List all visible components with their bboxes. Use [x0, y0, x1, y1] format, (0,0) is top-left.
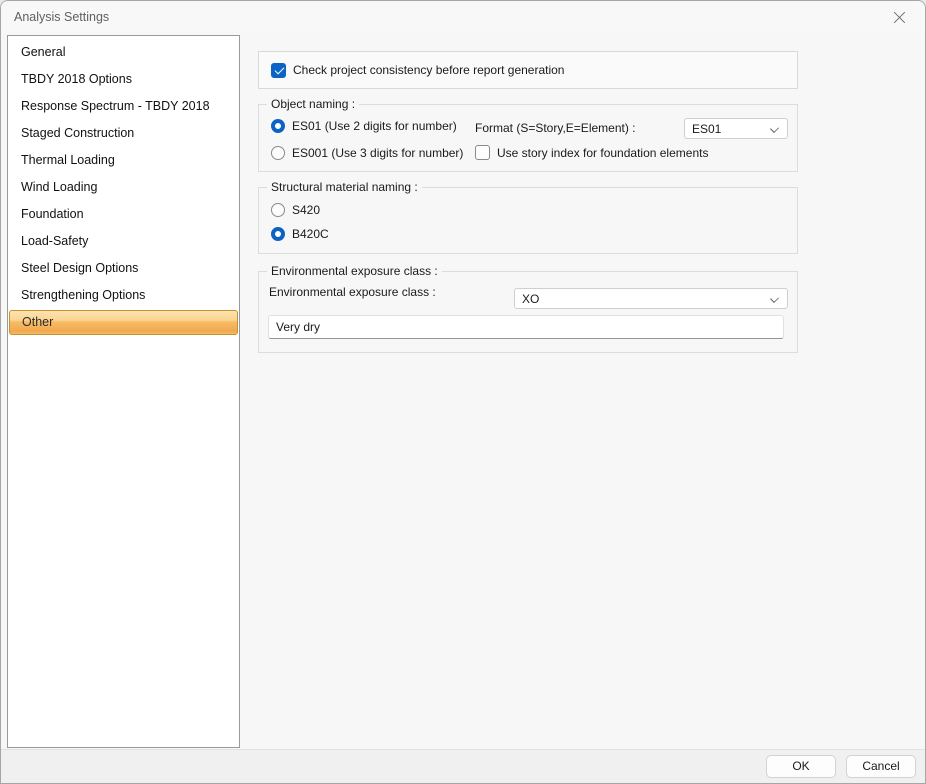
radio-es001-row: ES001 (Use 3 digits for number) — [271, 146, 463, 160]
exposure-legend: Environmental exposure class : — [267, 264, 442, 279]
radio-es001-label: ES001 (Use 3 digits for number) — [292, 146, 463, 160]
sidebar-item-staged-construction[interactable]: Staged Construction — [8, 120, 239, 147]
analysis-settings-dialog: Analysis Settings General TBDY 2018 Opti… — [0, 0, 926, 784]
format-label: Format (S=Story,E=Element) : — [475, 121, 636, 135]
story-index-checkbox[interactable] — [475, 145, 490, 160]
consistency-checkbox[interactable] — [271, 63, 286, 78]
sidebar-item-other[interactable]: Other — [9, 310, 238, 335]
radio-b420c-row: B420C — [271, 227, 329, 241]
sidebar-item-response-spectrum[interactable]: Response Spectrum - TBDY 2018 — [8, 93, 239, 120]
consistency-checkbox-label: Check project consistency before report … — [293, 63, 564, 77]
object-naming-group: Object naming : ES01 (Use 2 digits for n… — [258, 104, 798, 172]
exposure-label-row: Environmental exposure class : — [269, 285, 436, 299]
story-index-checkbox-label: Use story index for foundation elements — [497, 146, 708, 160]
format-label-row: Format (S=Story,E=Element) : — [475, 121, 636, 135]
exposure-group: Environmental exposure class : Environme… — [258, 271, 798, 353]
cancel-button[interactable]: Cancel — [846, 755, 916, 778]
exposure-dropdown[interactable]: XO — [514, 288, 788, 309]
radio-es01-label: ES01 (Use 2 digits for number) — [292, 119, 457, 133]
radio-b420c-label: B420C — [292, 227, 329, 241]
footer-bar: OK Cancel — [1, 749, 925, 783]
exposure-description-field[interactable]: Very dry — [268, 315, 784, 339]
sidebar-item-thermal-loading[interactable]: Thermal Loading — [8, 147, 239, 174]
close-button[interactable] — [879, 2, 919, 32]
radio-es01-row: ES01 (Use 2 digits for number) — [271, 119, 457, 133]
settings-nav-list: General TBDY 2018 Options Response Spect… — [7, 35, 240, 748]
format-dropdown-value: ES01 — [692, 122, 721, 136]
format-dropdown[interactable]: ES01 — [684, 118, 788, 139]
radio-b420c[interactable] — [271, 227, 285, 241]
material-naming-group: Structural material naming : S420 B420C — [258, 187, 798, 254]
window-title: Analysis Settings — [14, 10, 109, 24]
ok-button[interactable]: OK — [766, 755, 836, 778]
exposure-description-text: Very dry — [276, 320, 320, 334]
radio-s420[interactable] — [271, 203, 285, 217]
close-icon — [893, 11, 906, 24]
sidebar-item-wind-loading[interactable]: Wind Loading — [8, 174, 239, 201]
exposure-dropdown-value: XO — [522, 292, 539, 306]
radio-s420-label: S420 — [292, 203, 320, 217]
radio-s420-row: S420 — [271, 203, 320, 217]
material-naming-legend: Structural material naming : — [267, 180, 422, 195]
story-index-row: Use story index for foundation elements — [475, 145, 708, 160]
sidebar-item-general[interactable]: General — [8, 39, 239, 66]
chevron-down-icon — [770, 294, 779, 303]
titlebar: Analysis Settings — [1, 1, 925, 33]
radio-es01[interactable] — [271, 119, 285, 133]
chevron-down-icon — [770, 124, 779, 133]
sidebar-item-load-safety[interactable]: Load-Safety — [8, 228, 239, 255]
consistency-panel: Check project consistency before report … — [258, 51, 798, 89]
sidebar-item-steel-design-options[interactable]: Steel Design Options — [8, 255, 239, 282]
sidebar-item-foundation[interactable]: Foundation — [8, 201, 239, 228]
object-naming-legend: Object naming : — [267, 97, 359, 112]
radio-es001[interactable] — [271, 146, 285, 160]
sidebar-item-tbdy-2018-options[interactable]: TBDY 2018 Options — [8, 66, 239, 93]
exposure-label: Environmental exposure class : — [269, 285, 436, 299]
sidebar-item-strengthening-options[interactable]: Strengthening Options — [8, 282, 239, 309]
